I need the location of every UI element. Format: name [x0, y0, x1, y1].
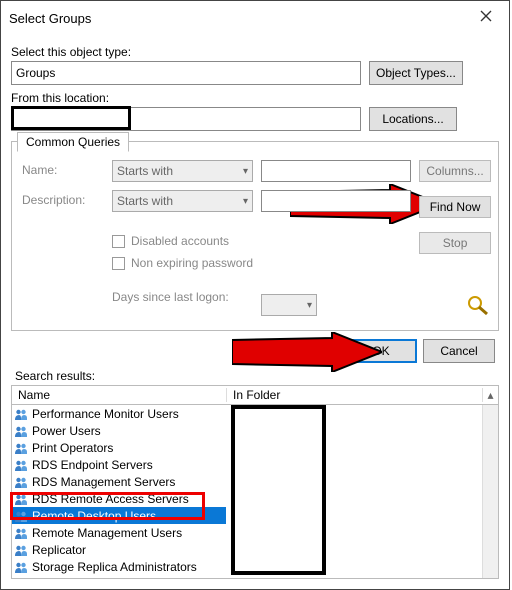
scrollbar[interactable] — [482, 405, 498, 578]
list-item[interactable]: Remote Management Users — [12, 524, 226, 541]
list-item[interactable]: Print Operators — [12, 439, 226, 456]
name-match-dropdown[interactable]: Starts with▾ — [112, 160, 253, 182]
object-type-input[interactable] — [11, 61, 361, 85]
column-header-in-folder[interactable]: In Folder — [227, 388, 482, 402]
chevron-down-icon: ▾ — [243, 196, 248, 207]
non-expiring-pwd-checkbox[interactable] — [112, 257, 125, 270]
scroll-up-icon[interactable]: ▴ — [482, 388, 498, 402]
group-icon — [14, 458, 28, 472]
location-label: From this location: — [11, 91, 499, 105]
list-item-label: Storage Replica Administrators — [32, 560, 197, 574]
desc-filter-input[interactable] — [261, 190, 411, 212]
list-item[interactable]: Replicator — [12, 541, 226, 558]
group-icon — [14, 509, 28, 523]
redaction-box-location — [11, 106, 131, 130]
list-item-label: Replicator — [32, 543, 86, 557]
list-item[interactable]: Storage Replica Administrators — [12, 558, 226, 575]
query-desc-label: Description: — [22, 193, 104, 207]
disabled-accounts-checkbox[interactable] — [112, 235, 125, 248]
chevron-down-icon: ▾ — [307, 300, 312, 311]
ok-button[interactable]: OK — [345, 339, 417, 363]
non-expiring-pwd-label: Non expiring password — [131, 256, 253, 270]
disabled-accounts-label: Disabled accounts — [131, 234, 229, 248]
group-icon — [14, 424, 28, 438]
object-type-label: Select this object type: — [11, 45, 499, 59]
list-item-label: Power Users — [32, 424, 101, 438]
group-icon — [14, 543, 28, 557]
list-item-label: Performance Monitor Users — [32, 407, 179, 421]
find-now-button[interactable]: Find Now — [419, 196, 491, 218]
chevron-down-icon: ▾ — [243, 166, 248, 177]
list-item[interactable]: Power Users — [12, 422, 226, 439]
common-queries-tab[interactable]: Common Queries — [17, 132, 129, 152]
object-types-button[interactable]: Object Types... — [369, 61, 463, 85]
stop-button[interactable]: Stop — [419, 232, 491, 254]
query-name-label: Name: — [22, 163, 104, 177]
desc-match-dropdown[interactable]: Starts with▾ — [112, 190, 253, 212]
search-results-label: Search results: — [15, 369, 499, 383]
group-icon — [14, 492, 28, 506]
list-item[interactable]: RDS Endpoint Servers — [12, 456, 226, 473]
group-icon — [14, 526, 28, 540]
column-header-name[interactable]: Name — [12, 388, 227, 402]
list-item-label: RDS Endpoint Servers — [32, 458, 153, 472]
name-filter-input[interactable] — [261, 160, 411, 182]
list-item[interactable]: RDS Remote Access Servers — [12, 490, 226, 507]
redaction-box-folder — [231, 405, 326, 575]
list-item-label: RDS Management Servers — [32, 475, 175, 489]
columns-button[interactable]: Columns... — [419, 160, 491, 182]
group-icon — [14, 475, 28, 489]
list-item[interactable]: RDS Management Servers — [12, 473, 226, 490]
list-item[interactable]: Performance Monitor Users — [12, 405, 226, 422]
group-icon — [14, 407, 28, 421]
group-icon — [14, 560, 28, 574]
dialog-title: Select Groups — [9, 11, 91, 26]
list-item[interactable]: Remote Desktop Users — [12, 507, 226, 524]
list-item-label: RDS Remote Access Servers — [32, 492, 189, 506]
close-button[interactable] — [471, 7, 501, 29]
locations-button[interactable]: Locations... — [369, 107, 457, 131]
list-item-label: Remote Desktop Users — [32, 509, 156, 523]
days-last-logon-label: Days since last logon: — [112, 290, 253, 304]
group-icon — [14, 441, 28, 455]
close-icon — [480, 10, 492, 22]
list-item-label: Print Operators — [32, 441, 113, 455]
magnifier-icon — [465, 294, 491, 316]
list-item-label: Remote Management Users — [32, 526, 182, 540]
cancel-button[interactable]: Cancel — [423, 339, 495, 363]
days-dropdown[interactable]: ▾ — [261, 294, 317, 316]
